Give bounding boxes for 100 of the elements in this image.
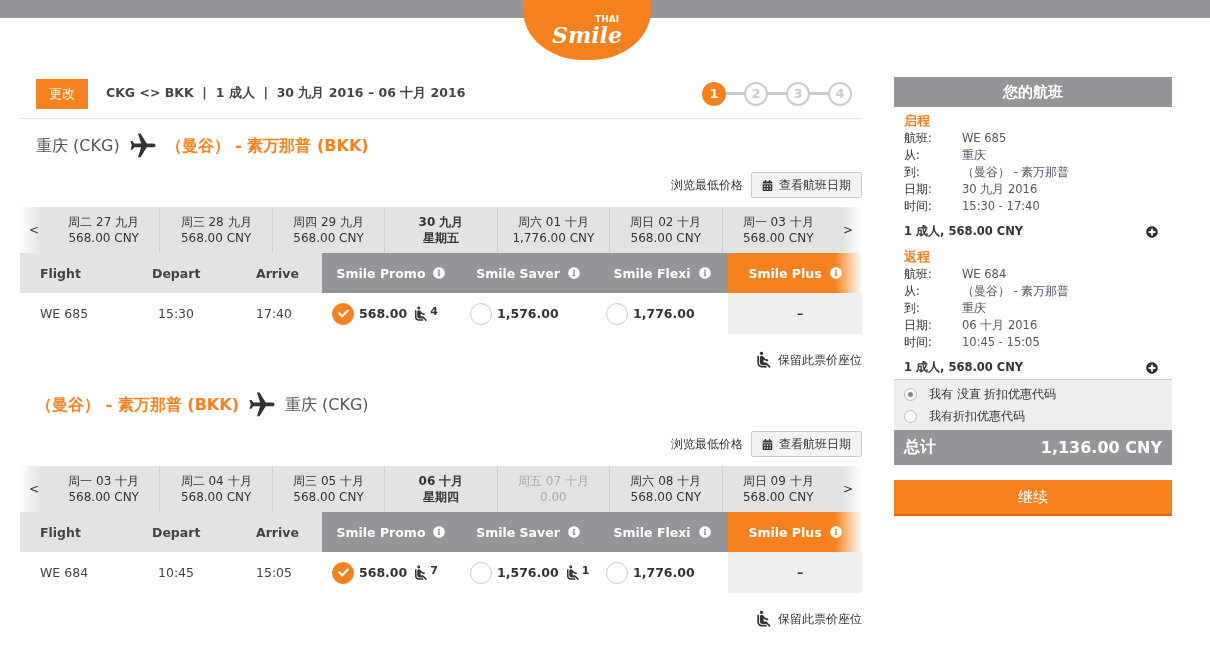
prev-button[interactable]: < [20, 466, 48, 512]
section-heading: 启程 [903, 112, 931, 130]
radio-button[interactable] [904, 387, 917, 401]
search-summary: CKG <> BKK | 1 成人 | 30 九月 2016 – 06 十月 2016 [106, 85, 466, 102]
expand-icon[interactable] [1146, 361, 1158, 374]
info-value: 06 十月 2016 [962, 317, 1039, 334]
column-header: Arrive [230, 253, 322, 293]
check-icon [337, 567, 349, 578]
radio-button[interactable] [904, 409, 917, 423]
promo-option-label: 我有 没直 折扣优惠代码 [929, 386, 1057, 402]
info-label: 日期: [904, 317, 933, 334]
flight-number: WE 684 [39, 564, 90, 582]
fare-price: 1,576.00 [497, 565, 559, 580]
fare-radio[interactable] [606, 561, 628, 584]
info-label: 日期: [904, 181, 933, 198]
promo-option-label: 我有折扣优惠代码 [929, 408, 1025, 424]
info-label: 从: [904, 283, 921, 300]
fare-radio[interactable] [332, 561, 354, 584]
origin-city: （曼谷） - 素万那普 (BKK) [36, 394, 239, 416]
column-header: Flight [20, 253, 140, 293]
info-label: 从: [904, 147, 921, 164]
depart-time: 15:30 [157, 305, 196, 323]
prev-button[interactable]: < [20, 207, 48, 253]
info-value: 重庆 [962, 300, 987, 317]
expand-icon[interactable] [1146, 225, 1158, 238]
step-indicator: 1 [702, 81, 726, 106]
column-header: Depart [140, 253, 230, 293]
fare-header: Smile Plus [728, 253, 862, 293]
destination-city: 重庆 (CKG) [284, 394, 369, 416]
destination-city: （曼谷） - 素万那普 (BKK) [165, 135, 369, 157]
info-icon[interactable] [698, 267, 711, 279]
check-icon [337, 308, 349, 319]
fare-radio[interactable] [470, 561, 492, 584]
info-icon[interactable] [698, 526, 711, 538]
fare-price: 568.00 [359, 565, 408, 580]
info-icon[interactable] [829, 267, 842, 279]
next-button[interactable]: > [833, 466, 862, 512]
total-label: 总计 [904, 437, 936, 458]
hold-seat-note: 保留此票价座位 [778, 351, 862, 369]
fare-price: 1,576.00 [497, 306, 559, 321]
fare-header: Smile Flexi [596, 253, 728, 293]
section-heading: 返程 [903, 248, 931, 266]
fare-unavailable: – [728, 293, 862, 334]
info-icon[interactable] [433, 267, 446, 279]
info-label: 到: [904, 164, 921, 181]
column-header: Depart [140, 512, 230, 552]
calendar-button[interactable]: 查看航班日期 [751, 172, 862, 198]
fare-header: Smile Saver [460, 512, 596, 552]
calendar-button[interactable]: 查看航班日期 [751, 431, 862, 457]
fare-radio[interactable] [606, 302, 628, 325]
info-label: 时间: [904, 198, 933, 215]
arrive-time: 15:05 [255, 564, 294, 582]
fare-header: Smile Plus [728, 512, 862, 552]
fare-header: Smile Saver [460, 253, 596, 293]
fare-header: Smile Promo [322, 512, 460, 552]
browse-label: 浏览最低价格 [671, 176, 743, 194]
info-label: 到: [904, 300, 921, 317]
seats-left: 1 [581, 563, 590, 577]
info-value: （曼谷） - 素万那普 [962, 164, 1071, 181]
date-tab[interactable]: 周二 27 九月 568.00 CNY [48, 207, 160, 253]
depart-time: 10:45 [157, 564, 196, 582]
flight-number: WE 685 [39, 305, 90, 323]
seats-left: 7 [430, 563, 438, 577]
info-label: 时间: [904, 334, 933, 351]
info-icon[interactable] [567, 267, 580, 279]
fare-price: 568.00 [359, 306, 408, 321]
info-label: 航班: [904, 266, 933, 283]
info-value: 10:45 - 15:05 [962, 334, 1041, 351]
info-value: 30 九月 2016 [962, 181, 1039, 198]
info-value: WE 684 [962, 266, 1008, 283]
next-button[interactable]: > [833, 207, 862, 253]
date-tab[interactable]: 周一 03 十月 568.00 CNY [48, 466, 160, 512]
fare-header: Smile Flexi [596, 512, 728, 552]
calendar-icon [762, 179, 773, 191]
origin-city: 重庆 (CKG) [36, 135, 120, 157]
subtotal: 1 成人, 568.00 CNY [904, 360, 1024, 375]
total-amount: 1,136.00 CNY [1040, 438, 1162, 457]
info-value: WE 685 [962, 130, 1008, 147]
calendar-icon [762, 438, 773, 450]
fare-unavailable: – [728, 552, 862, 593]
info-icon[interactable] [567, 526, 580, 538]
fare-radio[interactable] [470, 302, 492, 325]
fare-price: 1,776.00 [633, 565, 695, 580]
column-header: Flight [20, 512, 140, 552]
info-value: 15:30 - 17:40 [962, 198, 1041, 215]
fare-radio[interactable] [332, 302, 354, 325]
subtotal: 1 成人, 568.00 CNY [904, 224, 1024, 239]
info-icon[interactable] [829, 526, 842, 538]
fare-header: Smile Promo [322, 253, 460, 293]
info-icon[interactable] [433, 526, 446, 538]
info-label: 航班: [904, 130, 933, 147]
seats-left: 4 [430, 304, 438, 318]
hold-seat-note: 保留此票价座位 [778, 610, 862, 628]
browse-label: 浏览最低价格 [671, 435, 743, 453]
column-header: Arrive [230, 512, 322, 552]
arrive-time: 17:40 [255, 305, 294, 323]
fare-price: 1,776.00 [633, 306, 695, 321]
sidebar-title: 您的航班 [894, 77, 1172, 107]
info-value: （曼谷） - 素万那普 [962, 283, 1071, 300]
info-value: 重庆 [962, 147, 987, 164]
